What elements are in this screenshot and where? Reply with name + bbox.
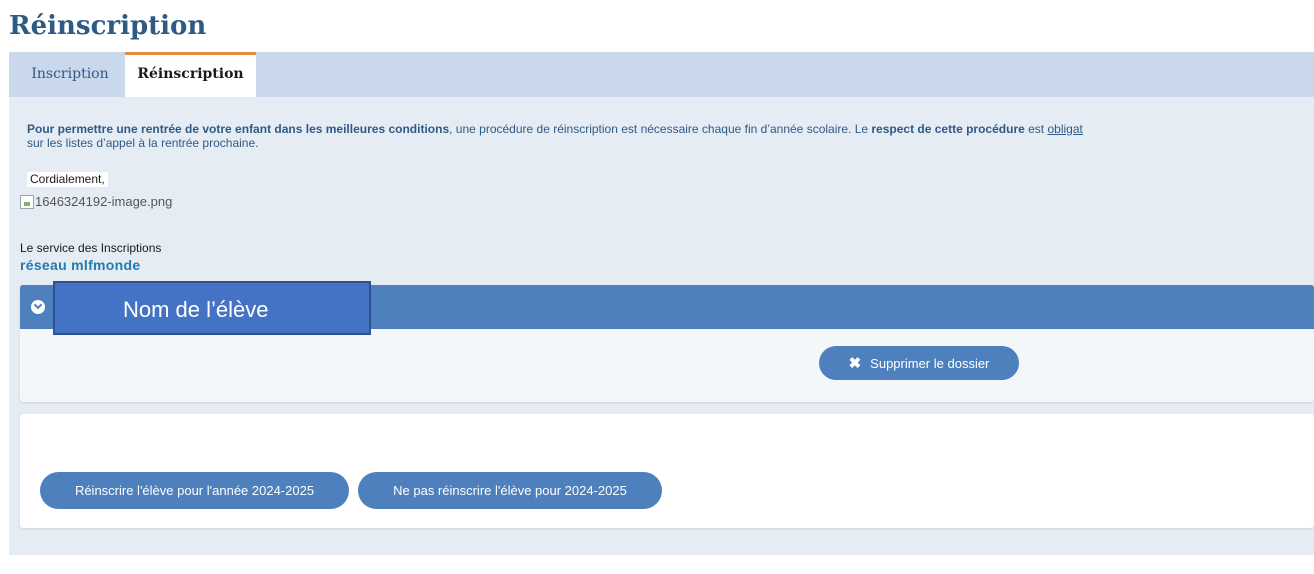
do-not-reenroll-button[interactable]: Ne pas réinscrire l'élève pour 2024-2025 <box>358 472 662 509</box>
intro-bold-2: respect de cette procédure <box>871 122 1025 136</box>
tab-reinscription[interactable]: Réinscription <box>125 52 256 97</box>
intro-bold-1: Pour permettre une rentrée de votre enfa… <box>27 122 450 136</box>
greeting: Cordialement, <box>27 172 108 187</box>
image-alt-text: 1646324192-image.png <box>35 194 173 209</box>
intro-underline: obligat <box>1047 122 1083 136</box>
student-name-label: Nom de l’élève <box>53 281 371 335</box>
intro-text-2: , une procédure de réinscription est néc… <box>449 122 872 136</box>
reenroll-button[interactable]: Réinscrire l'élève pour l'année 2024-202… <box>40 472 349 509</box>
signature-image: 1646324192-image.png <box>20 194 172 209</box>
intro-line-2: sur les listes d’appel à la rentrée proc… <box>27 136 259 150</box>
service-name: Le service des Inscriptions <box>20 241 162 255</box>
network-logo-text: réseau mlfmonde <box>20 257 141 273</box>
broken-image-icon <box>20 194 34 209</box>
intro-text: Pour permettre une rentrée de votre enfa… <box>27 122 1314 150</box>
tab-bar: Inscription Réinscription <box>9 52 1314 97</box>
tab-inscription[interactable]: Inscription <box>17 52 123 97</box>
intro-line-1: Pour permettre une rentrée de votre enfa… <box>27 122 1314 136</box>
delete-file-label: Supprimer le dossier <box>870 355 990 371</box>
reenrollment-actions-panel: Réinscrire l'élève pour l'année 2024-202… <box>20 414 1314 528</box>
page-title: Réinscription <box>9 11 207 41</box>
close-icon: ✖ <box>848 354 862 372</box>
delete-file-button[interactable]: ✖ Supprimer le dossier <box>819 346 1019 380</box>
intro-text-4: est <box>1024 122 1048 136</box>
chevron-down-circle-icon[interactable] <box>31 300 45 314</box>
